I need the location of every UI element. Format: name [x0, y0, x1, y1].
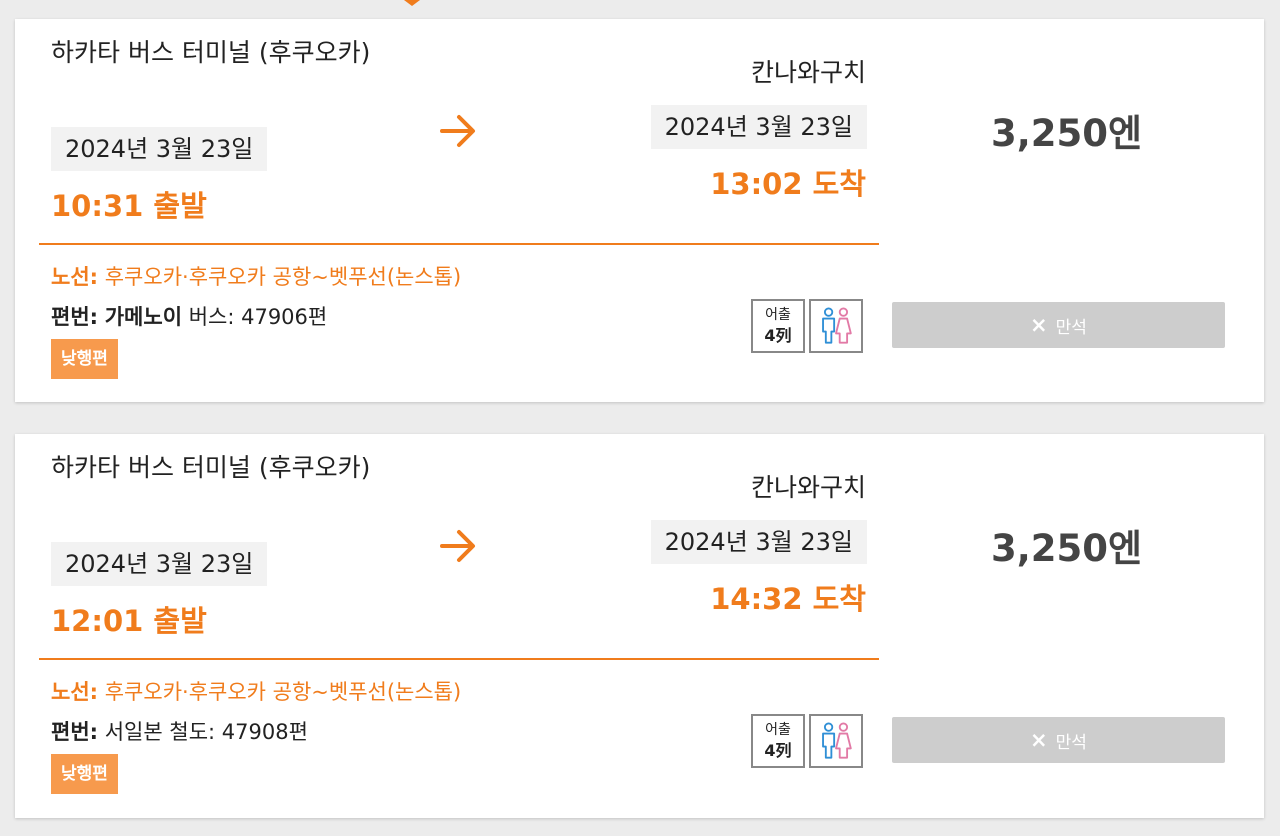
daytime-badge: 낮행편	[51, 754, 118, 794]
sold-out-button[interactable]: × 만석	[892, 302, 1225, 348]
restroom-icon	[809, 714, 863, 768]
close-icon: ×	[1030, 313, 1048, 337]
flight-info: 편번: 가메노이 버스: 47906편	[51, 301, 327, 331]
arrival-time: 14:32 도착	[710, 582, 866, 616]
sold-out-label: 만석	[1055, 317, 1087, 338]
scroll-indicator-icon	[404, 0, 420, 6]
bus-company: 가메노이	[104, 305, 183, 329]
arrival-date: 2024년 3월 23일	[650, 105, 867, 149]
sold-out-label: 만석	[1055, 732, 1087, 753]
departure-date: 2024년 3월 23일	[51, 542, 268, 586]
flight-number: 버스: 47906편	[188, 305, 328, 329]
route-info: 노선: 후쿠오카·후쿠오카 공항~벳푸선(논스톱)	[51, 676, 461, 706]
departure-date: 2024년 3월 23일	[51, 127, 268, 171]
departure-station: 하카타 버스 터미널 (후쿠오카)	[51, 38, 371, 67]
arrival-station: 칸나와구치	[750, 58, 866, 87]
departure-station: 하카타 버스 터미널 (후쿠오카)	[51, 453, 371, 482]
arrow-right-icon	[440, 530, 475, 562]
price: 3,250엔	[991, 527, 1143, 570]
seat-layout-icon: 어출 4列	[751, 299, 805, 353]
route-info: 노선: 후쿠오카·후쿠오카 공항~벳푸선(논스톱)	[51, 261, 461, 291]
seat-layout-icon: 어출 4列	[751, 714, 805, 768]
restroom-icon	[809, 299, 863, 353]
departure-time: 12:01 출발	[51, 604, 207, 638]
trip-card[interactable]: 하카타 버스 터미널 (후쿠오카) 2024년 3월 23일 12:01 출발 …	[15, 434, 1264, 818]
divider	[39, 658, 879, 660]
arrival-station: 칸나와구치	[750, 473, 866, 502]
flight-label: 편번:	[51, 305, 99, 329]
arrow-right-icon	[440, 115, 475, 147]
flight-info: 편번: 서일본 철도: 47908편	[51, 716, 308, 746]
arrival-date: 2024년 3월 23일	[650, 520, 867, 564]
divider	[39, 243, 879, 245]
route-value: 후쿠오카·후쿠오카 공항~벳푸선(논스톱)	[104, 265, 462, 289]
price: 3,250엔	[991, 112, 1143, 155]
route-label: 노선:	[51, 265, 99, 289]
arrival-time: 13:02 도착	[710, 167, 866, 201]
daytime-badge: 낮행편	[51, 339, 118, 379]
sold-out-button[interactable]: × 만석	[892, 717, 1225, 763]
route-value: 후쿠오카·후쿠오카 공항~벳푸선(논스톱)	[104, 680, 462, 704]
departure-time: 10:31 출발	[51, 189, 207, 223]
trip-card[interactable]: 하카타 버스 터미널 (후쿠오카) 2024년 3월 23일 10:31 출발 …	[15, 19, 1264, 402]
close-icon: ×	[1030, 728, 1048, 752]
route-label: 노선:	[51, 680, 99, 704]
flight-label: 편번:	[51, 720, 99, 744]
flight-number: 서일본 철도: 47908편	[104, 720, 308, 744]
